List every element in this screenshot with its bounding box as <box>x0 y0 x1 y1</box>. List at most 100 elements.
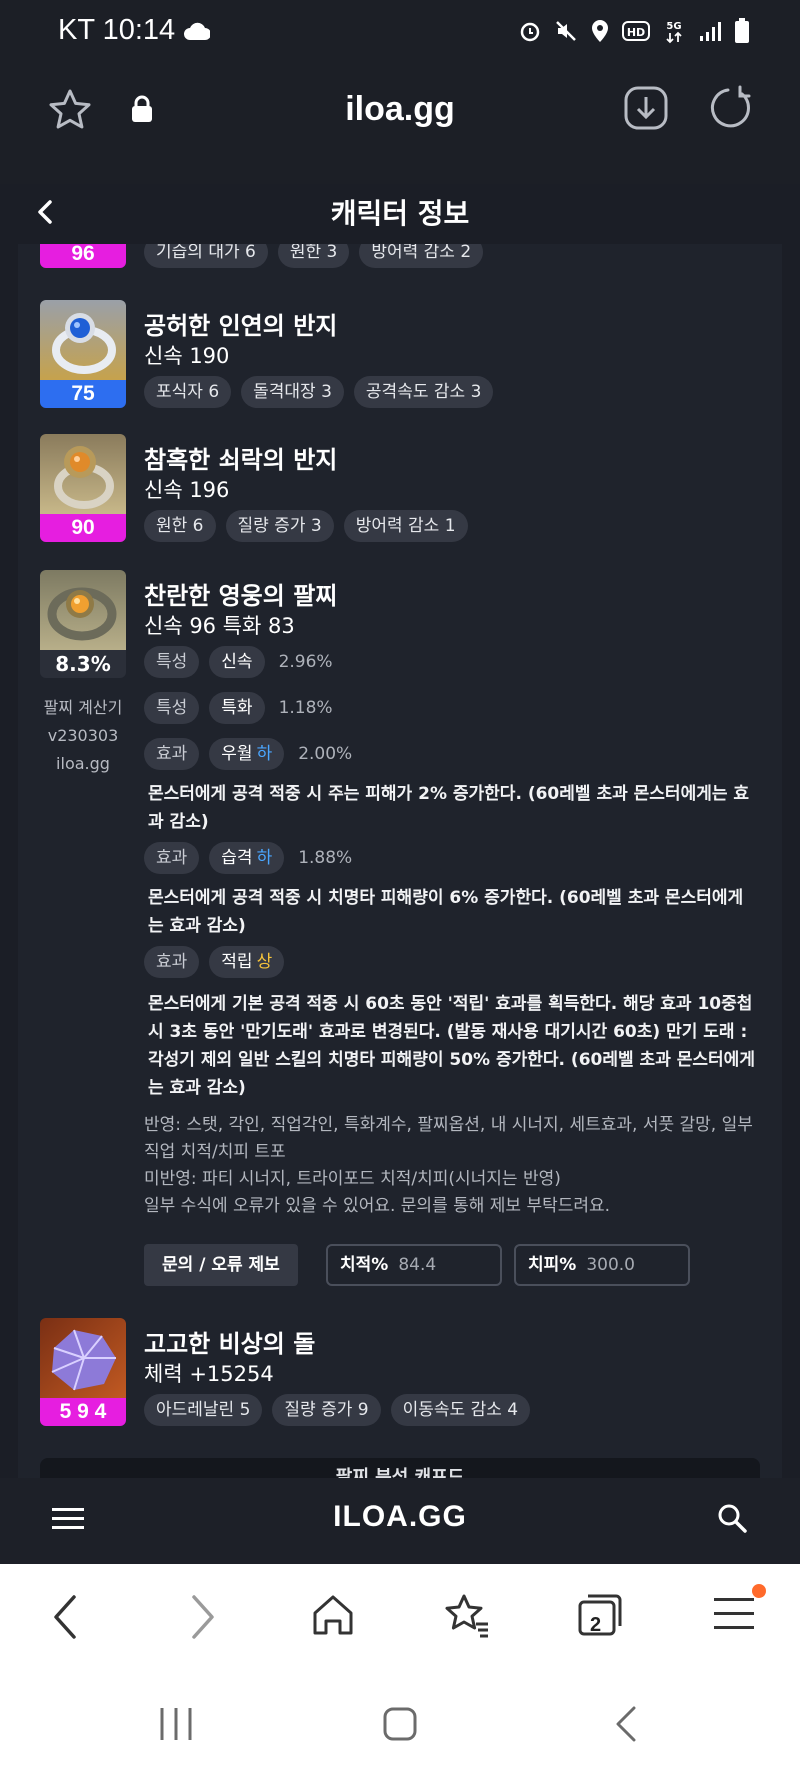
next-section-banner[interactable]: 팔찌 분석 캐프드 <box>40 1458 760 1478</box>
item-thumbnail: 90 <box>40 434 126 542</box>
item-stat: 신속 190 <box>144 344 230 368</box>
quality-badge: 5 9 4 <box>40 1398 126 1426</box>
effect-name: 특화 <box>221 698 253 718</box>
browser-menu-icon[interactable] <box>714 1592 754 1636</box>
effect-type-chip: 효과 <box>144 946 200 978</box>
bookmarks-star-icon[interactable] <box>442 1592 492 1640</box>
browser-url-bar: iloa.gg <box>0 64 800 184</box>
notification-dot <box>752 1584 766 1598</box>
engraving-tag: 이동속도 감소 4 <box>390 1394 531 1426</box>
cloud-icon <box>184 22 210 40</box>
item-name: 찬란한 영웅의 팔찌 <box>144 582 338 610</box>
effect-percent: 2.96% <box>278 652 333 672</box>
effect-row: 효과 적립 상 <box>144 946 285 978</box>
effect-percent: 1.88% <box>298 848 353 868</box>
engraving-tag: 방어력 감소 1 <box>343 510 468 542</box>
forward-arrow-icon[interactable] <box>186 1592 220 1642</box>
calculator-label: 팔찌 계산기 <box>43 698 123 717</box>
network-5g-icon: 5G <box>666 21 682 44</box>
quality-badge: 96 <box>40 244 126 268</box>
item-name: 고고한 비상의 돌 <box>144 1330 316 1358</box>
alarm-icon <box>520 22 540 42</box>
effect-name-chip: 우월 하 <box>209 738 285 770</box>
engraving-tags: 포식자 6 돌격대장 3 공격속도 감소 3 <box>144 376 494 408</box>
reload-icon[interactable] <box>706 84 754 132</box>
report-error-button[interactable]: 문의 / 오류 제보 <box>144 1244 298 1286</box>
calculator-version: v230303 <box>47 726 119 745</box>
reflected-note: 반영: 스탯, 각인, 직업각인, 특화계수, 팔찌옵션, 내 시너지, 세트효… <box>144 1115 753 1162</box>
bracelet-image <box>40 570 126 652</box>
engraving-tag: 공격속도 감소 3 <box>353 376 494 408</box>
url-text[interactable]: iloa.gg <box>0 90 800 129</box>
system-back-icon[interactable] <box>612 1706 640 1742</box>
back-arrow-icon[interactable] <box>48 1592 82 1642</box>
tab-count: 2 <box>590 1614 602 1636</box>
item-thumbnail: 8.3% <box>40 570 126 678</box>
effect-name: 우월 <box>221 744 253 764</box>
recent-apps-icon[interactable] <box>158 1706 194 1742</box>
crit-rate-value[interactable]: 84.4 <box>398 1255 436 1275</box>
page-header: 캐릭터 정보 <box>0 184 800 244</box>
site-bottom-bar: ILOA.GG <box>0 1478 800 1564</box>
status-bar: KT 10:14 HD 5G <box>0 0 800 64</box>
crit-rate-field[interactable]: 치적% 84.4 <box>326 1244 502 1286</box>
engraving-tag: 기습의 대가 6 <box>144 244 268 268</box>
item-stat: 체력 +15254 <box>144 1362 274 1386</box>
effect-percent: 2.00% <box>298 744 353 764</box>
ring-image <box>40 300 126 382</box>
calculator-site: iloa.gg <box>56 754 110 773</box>
home-button-icon[interactable] <box>382 1706 418 1742</box>
effect-row: 효과 우월 하 2.00% <box>144 738 352 770</box>
item-stat: 신속 96 특화 83 <box>144 614 295 638</box>
location-icon <box>592 20 608 42</box>
system-nav-bar <box>0 1672 800 1778</box>
engraving-tags: 아드레날린 5 질량 증가 9 이동속도 감소 4 <box>144 1394 531 1426</box>
engraving-tag: 돌격대장 3 <box>241 376 344 408</box>
home-icon[interactable] <box>310 1592 356 1638</box>
battery-icon <box>735 18 749 43</box>
crit-rate-label: 치적% <box>340 1255 389 1275</box>
effect-type-chip: 특성 <box>144 646 200 678</box>
signal-icon <box>700 22 721 41</box>
svg-text:HD: HD <box>627 26 645 39</box>
engraving-tag: 아드레날린 5 <box>144 1394 263 1426</box>
effect-percent: 1.18% <box>278 698 333 718</box>
bracelet-value-percent: 8.3% <box>40 650 126 678</box>
effect-name: 습격 <box>221 848 253 868</box>
engraving-tags: 기습의 대가 6 원한 3 방어력 감소 2 <box>144 244 484 268</box>
effect-row: 효과 습격 하 1.88% <box>144 842 352 874</box>
engraving-tag: 질량 증가 3 <box>225 510 334 542</box>
effect-row: 특성 특화 1.18% <box>144 692 333 724</box>
item-name: 참혹한 쇠락의 반지 <box>144 446 338 474</box>
crit-damage-label: 치피% <box>528 1255 577 1275</box>
effect-row: 특성 신속 2.96% <box>144 646 333 678</box>
site-logo[interactable]: ILOA.GG <box>0 1500 800 1534</box>
effect-type-chip: 효과 <box>144 738 200 770</box>
effect-description: 몬스터에게 공격 적중 시 주는 피해가 2% 증가한다. (60레벨 초과 몬… <box>148 784 750 832</box>
bracelet-item[interactable]: 8.3% 팔찌 계산기 v230303 iloa.gg 찬란한 영웅의 팔찌 신… <box>40 570 760 1286</box>
effect-grade: 상 <box>256 952 273 972</box>
effect-grade: 하 <box>256 744 273 764</box>
download-icon[interactable] <box>622 84 670 132</box>
status-icons: HD 5G <box>518 18 750 44</box>
engraving-tag: 질량 증가 9 <box>272 1394 381 1426</box>
engraving-tag: 포식자 6 <box>144 376 232 408</box>
effect-description: 몬스터에게 기본 공격 적중 시 60초 동안 '적립' 효과를 획득한다. 해… <box>148 994 755 1098</box>
browser-toolbar: 2 <box>0 1564 800 1672</box>
mute-icon <box>556 21 576 41</box>
svg-text:5G: 5G <box>666 21 681 32</box>
search-icon[interactable] <box>716 1502 748 1534</box>
status-time: KT 10:14 <box>58 14 176 46</box>
ring-image <box>40 434 126 516</box>
effect-type-chip: 특성 <box>144 692 200 724</box>
crit-damage-value[interactable]: 300.0 <box>586 1255 635 1275</box>
effect-name: 신속 <box>221 652 253 672</box>
engraving-tag: 원한 3 <box>277 244 350 268</box>
effect-grade: 하 <box>256 848 273 868</box>
page-title: 캐릭터 정보 <box>330 197 470 230</box>
effect-name-chip: 적립 상 <box>209 946 285 978</box>
hd-icon: HD <box>622 21 650 41</box>
effect-name: 적립 <box>221 952 253 972</box>
engraving-tags: 원한 6 질량 증가 3 방어력 감소 1 <box>144 510 468 542</box>
crit-damage-field[interactable]: 치피% 300.0 <box>514 1244 690 1286</box>
